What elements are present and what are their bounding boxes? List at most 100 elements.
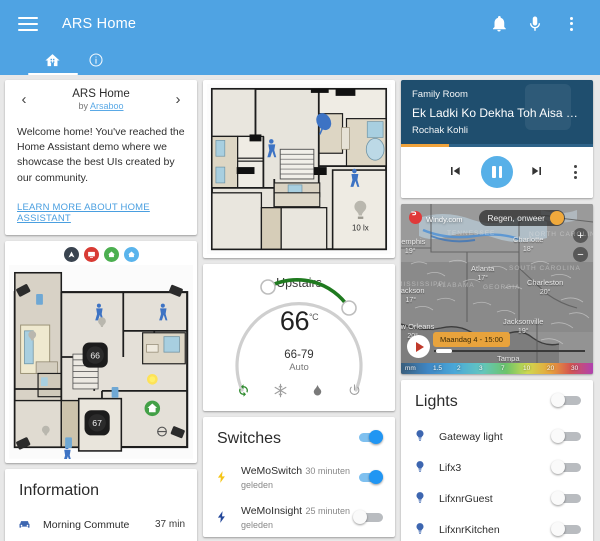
navigation-badge[interactable] <box>63 246 79 262</box>
map-city-label: Tampa <box>497 354 520 363</box>
info-icon <box>88 52 106 70</box>
skip-next-icon[interactable] <box>529 163 547 181</box>
info-name: Morning Commute <box>43 519 130 532</box>
list-item[interactable]: Lifx3 <box>401 451 593 482</box>
scale-tick-label: 20 <box>547 364 555 372</box>
pause-icon[interactable] <box>481 156 513 188</box>
thermostat-mode-buttons <box>213 383 385 401</box>
heat-mode-icon[interactable] <box>310 383 325 401</box>
bulb-icon <box>413 491 439 505</box>
scale-tick-label: 2 <box>457 364 461 372</box>
welcome-header: ‹ ARS Home by Arsaboo › <box>5 80 197 115</box>
kebab-menu-icon[interactable] <box>562 16 580 31</box>
list-item[interactable]: LifxnrKitchen <box>401 513 593 541</box>
switches-header: Switches <box>203 417 395 457</box>
auto-mode-icon[interactable] <box>236 383 251 401</box>
switch-toggle[interactable] <box>353 470 383 485</box>
list-item[interactable]: Morning Commute 37 min <box>5 509 197 540</box>
map-state-label: TENNESSEE <box>447 230 496 237</box>
windy-timeline-track[interactable] <box>434 349 585 353</box>
tab-home[interactable] <box>28 52 78 75</box>
home-icon <box>44 52 62 70</box>
light-toggle[interactable] <box>551 428 581 443</box>
svg-text:67: 67 <box>92 418 102 428</box>
skip-previous-icon[interactable] <box>447 163 465 181</box>
windy-condition-text: Regen, onweer <box>487 213 545 223</box>
welcome-by-prefix: by <box>78 101 90 111</box>
page-title: ARS Home <box>62 15 137 32</box>
hamburger-icon[interactable] <box>18 16 38 31</box>
switch-info: WeMoSwitch 30 minuten geleden <box>241 463 353 491</box>
map-state-label: GEORGIA <box>483 284 521 291</box>
light-name: LifxnrGuest <box>439 492 493 505</box>
light-info: Lifx3 <box>439 460 551 474</box>
floorplan-lower-image[interactable]: 66 67 <box>9 264 193 459</box>
windy-timestamp: Maandag 4 - 15:00 <box>433 332 510 347</box>
list-item[interactable]: WeMoSwitch 30 minuten geleden <box>203 457 395 497</box>
sun-icon <box>550 211 564 225</box>
list-item[interactable]: Gateway light <box>401 420 593 451</box>
light-info: Gateway light <box>439 429 551 443</box>
home-blue-badge[interactable] <box>123 246 139 262</box>
switch-toggle[interactable] <box>353 510 383 525</box>
scale-tick-label: 7 <box>501 364 505 372</box>
power-off-icon[interactable] <box>347 383 362 401</box>
thermostat-card[interactable]: Upstairs 66°C 66-79 Auto <box>203 264 395 412</box>
home-green-badge[interactable] <box>103 246 119 262</box>
media-controls <box>401 147 593 198</box>
map-city-label: Memphis19° <box>401 237 426 255</box>
switch-info: WeMoInsight 25 minuten geleden <box>241 503 353 531</box>
list-item[interactable]: WeMoInsight 25 minuten geleden <box>203 497 395 537</box>
tv-badge[interactable] <box>83 246 99 262</box>
svg-text:66: 66 <box>90 350 100 360</box>
information-title: Information <box>19 481 100 499</box>
column-2: 10 lx Upstairs 66°C 66-79 Auto Switches … <box>203 80 395 541</box>
next-arrow-icon[interactable]: › <box>167 92 189 107</box>
windy-condition-badge[interactable]: Regen, onweer <box>479 210 565 226</box>
bulb-icon <box>413 460 439 474</box>
lights-header: Lights <box>401 380 593 420</box>
light-toggle[interactable] <box>551 459 581 474</box>
column-1: ‹ ARS Home by Arsaboo › Welcome home! Yo… <box>5 80 197 541</box>
floorplan-upper-card[interactable]: 10 lx <box>203 80 395 259</box>
info-value: 37 min <box>154 518 185 530</box>
prev-arrow-icon[interactable]: ‹ <box>13 92 35 107</box>
scale-tick-label: 1.5 <box>433 364 443 372</box>
bell-icon[interactable] <box>490 15 508 33</box>
zoom-out-button[interactable]: − <box>573 247 588 262</box>
light-info: LifxnrGuest <box>439 491 551 505</box>
switches-master-toggle[interactable] <box>353 430 383 445</box>
scale-tick-label: 30 <box>571 364 579 372</box>
light-toggle[interactable] <box>551 490 581 505</box>
kebab-menu-icon[interactable] <box>574 165 577 179</box>
welcome-name: ARS Home <box>72 88 130 100</box>
media-player-card: Family Room Ek Ladki Ko Dekha Toh Aisa L… <box>401 80 593 198</box>
map-city-label: Atlanta 17° <box>471 264 495 282</box>
thermostat-body: Upstairs 66°C 66-79 Auto <box>203 264 395 411</box>
welcome-author-link[interactable]: Arsaboo <box>90 101 124 111</box>
switch-name: WeMoInsight <box>241 505 303 518</box>
list-item[interactable]: LifxnrGuest <box>401 482 593 513</box>
windy-brand-name: Windy <box>426 215 447 224</box>
media-artist: Rochak Kohli <box>412 125 468 136</box>
floorplan-upper-image[interactable]: 10 lx <box>207 84 391 255</box>
dashboard-columns: ‹ ARS Home by Arsaboo › Welcome home! Yo… <box>0 75 600 541</box>
light-name: Gateway light <box>439 430 503 443</box>
lights-master-toggle[interactable] <box>551 393 581 407</box>
tab-info[interactable] <box>88 52 106 75</box>
light-level-label: 10 lx <box>352 223 369 232</box>
windy-mark-icon <box>409 211 422 224</box>
floorplan-lower-card[interactable]: 66 67 <box>5 240 197 463</box>
microphone-icon[interactable] <box>526 15 544 33</box>
play-icon[interactable] <box>407 335 430 358</box>
windy-map-card[interactable]: Windy.com Regen, onweer + − TENNESSEE NO… <box>401 204 593 374</box>
light-name: Lifx3 <box>439 461 462 474</box>
cool-mode-icon[interactable] <box>273 383 288 401</box>
light-toggle[interactable] <box>551 521 581 536</box>
learn-more-link[interactable]: LEARN MORE ABOUT HOME ASSISTANT <box>5 194 197 235</box>
windy-logo: Windy.com <box>409 210 463 225</box>
car-icon <box>17 517 43 532</box>
thermostat-dial[interactable] <box>220 270 378 396</box>
bulb-icon <box>413 429 439 443</box>
welcome-author-line: by Arsaboo <box>35 101 167 111</box>
